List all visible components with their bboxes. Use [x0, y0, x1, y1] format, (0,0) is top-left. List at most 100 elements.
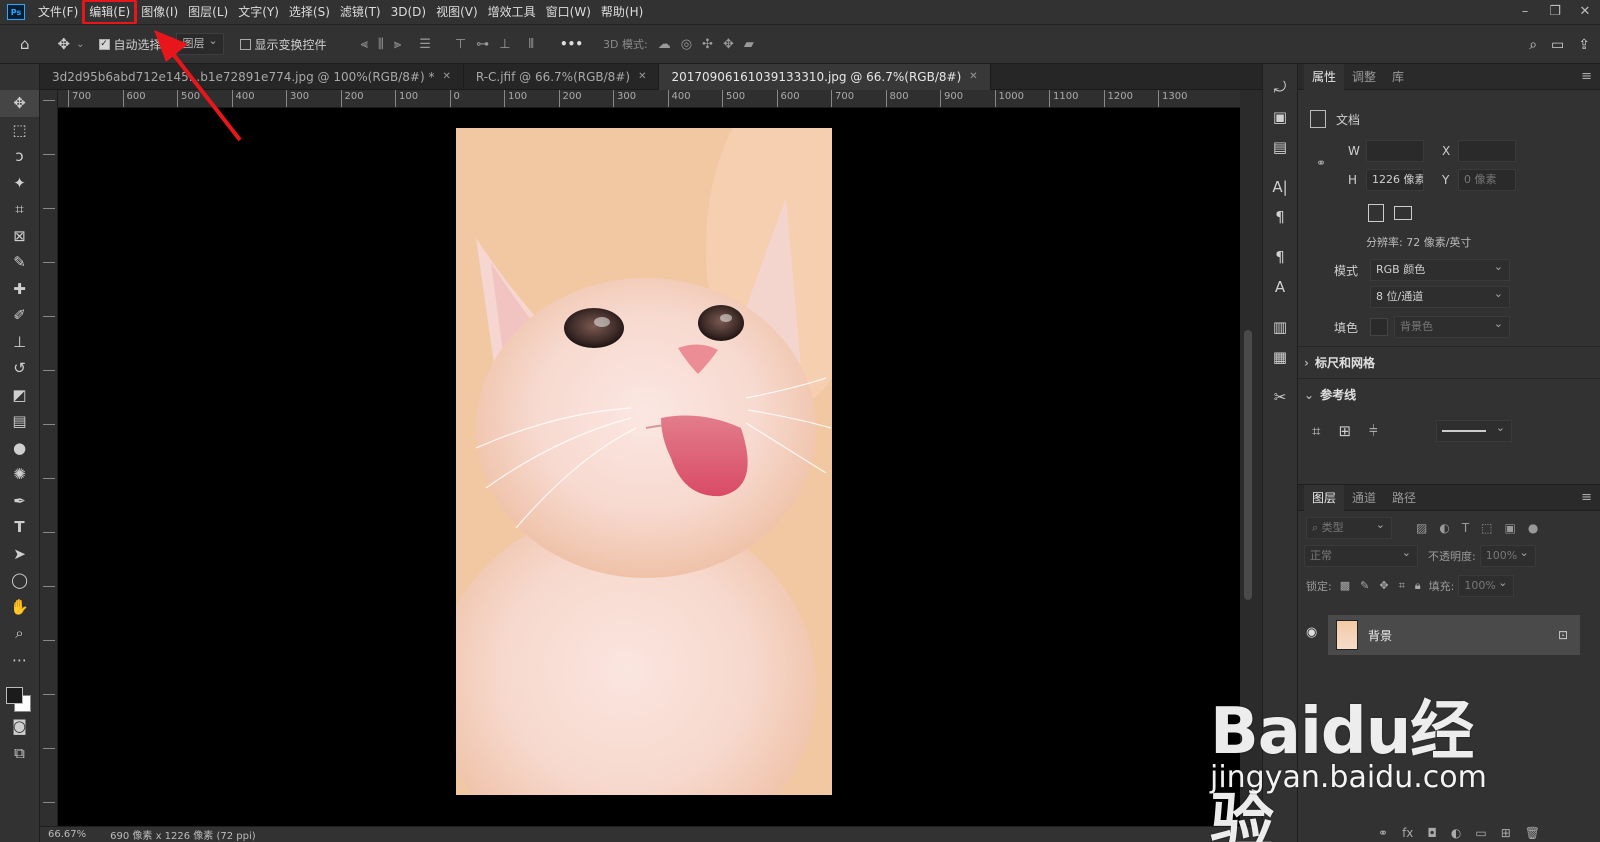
quick-mask-icon[interactable]: ◙: [0, 713, 39, 740]
tab-paths[interactable]: 路径: [1384, 485, 1424, 511]
blend-mode-dropdown[interactable]: 正常: [1304, 543, 1418, 567]
magic-wand-tool-icon[interactable]: ✦: [0, 170, 39, 197]
close-icon[interactable]: ✕: [442, 64, 450, 90]
move-tool-icon[interactable]: ✥: [0, 90, 39, 117]
workspace-icon[interactable]: ▭: [1551, 37, 1564, 53]
search-icon[interactable]: ⌕: [1529, 37, 1537, 53]
paragraph-styles-icon[interactable]: ¶: [1263, 242, 1297, 272]
lock-all-icon[interactable]: 🔒︎: [1415, 579, 1421, 593]
tab-doc-2[interactable]: R-C.jfif @ 66.7%(RGB/8#) ✕: [464, 64, 660, 90]
camera-3d-icon[interactable]: ▰: [744, 37, 754, 52]
width-field[interactable]: [1366, 140, 1424, 162]
x-field[interactable]: [1458, 140, 1516, 162]
filter-smart-icon[interactable]: ▣: [1505, 521, 1516, 535]
tab-adjustments[interactable]: 调整: [1344, 64, 1384, 90]
align-top-icon[interactable]: ⊤: [455, 37, 466, 52]
auto-select-checkbox[interactable]: ✓: [98, 38, 110, 50]
link-icon[interactable]: ⚭: [1316, 156, 1326, 170]
foreground-color[interactable]: [6, 687, 23, 704]
comments-icon[interactable]: ▤: [1263, 132, 1297, 162]
landscape-icon[interactable]: [1394, 206, 1412, 220]
move-tool-icon[interactable]: ✥: [58, 35, 71, 53]
align-right-icon[interactable]: ⫸: [394, 37, 401, 52]
filter-shape-icon[interactable]: ⬚: [1481, 521, 1492, 535]
home-icon[interactable]: ⌂: [20, 35, 30, 53]
portrait-icon[interactable]: [1368, 204, 1384, 222]
layer-row[interactable]: 背景 ⊡: [1328, 615, 1580, 655]
share-icon[interactable]: ⇪: [1578, 37, 1590, 53]
distribute-h-icon[interactable]: ☰: [419, 37, 431, 52]
eye-icon[interactable]: ◉: [1306, 625, 1317, 640]
canvas-area[interactable]: [58, 108, 1240, 838]
frame-tool-icon[interactable]: ⊠: [0, 223, 39, 250]
tab-layers[interactable]: 图层: [1304, 484, 1345, 511]
layer-kind-filter[interactable]: ⌕ 类型: [1306, 515, 1392, 539]
opacity-field[interactable]: 100%: [1479, 543, 1536, 567]
lock-position-icon[interactable]: ✥: [1379, 579, 1388, 593]
menu-edit[interactable]: 编辑(E): [82, 0, 138, 25]
document-info[interactable]: 690 像素 x 1226 像素 (72 ppi): [110, 827, 256, 842]
tab-properties[interactable]: 属性: [1304, 63, 1345, 90]
section-guides[interactable]: ⌄ 参考线: [1304, 386, 1356, 403]
notes-icon[interactable]: ▦: [1263, 342, 1297, 372]
lasso-tool-icon[interactable]: ↄ: [0, 143, 39, 170]
screen-mode-icon[interactable]: ⧉: [0, 740, 39, 767]
character-icon[interactable]: A|: [1263, 172, 1297, 202]
guide-add-icon[interactable]: ⊞: [1338, 422, 1351, 440]
menu-view[interactable]: 视图(V): [431, 0, 483, 24]
blur-tool-icon[interactable]: ●: [0, 435, 39, 462]
dodge-tool-icon[interactable]: ✺: [0, 461, 39, 488]
pen-tool-icon[interactable]: ✒: [0, 488, 39, 515]
section-rulers-grid[interactable]: › 标尺和网格: [1304, 354, 1375, 371]
panel-menu-icon[interactable]: ≡: [1581, 490, 1592, 505]
document-image[interactable]: [456, 128, 832, 795]
menu-select[interactable]: 选择(S): [284, 0, 335, 24]
align-left-icon[interactable]: ⫷: [361, 37, 368, 52]
align-bottom-icon[interactable]: ⊥: [499, 37, 510, 52]
distribute-v-icon[interactable]: ⫴: [529, 37, 534, 52]
filter-type-icon[interactable]: T: [1462, 521, 1469, 535]
type-tool-icon[interactable]: T: [0, 514, 39, 541]
close-icon[interactable]: ✕: [969, 64, 977, 90]
stamp-tool-icon[interactable]: ⊥: [0, 329, 39, 356]
menu-filter[interactable]: 滤镜(T): [335, 0, 386, 24]
guide-grid-icon[interactable]: ⌗: [1312, 422, 1320, 440]
marquee-tool-icon[interactable]: ⬚: [0, 117, 39, 144]
height-field[interactable]: 1226 像素: [1366, 169, 1424, 191]
menu-file[interactable]: 文件(F): [33, 0, 83, 24]
menu-image[interactable]: 图像(I): [136, 0, 183, 24]
filter-adjust-icon[interactable]: ◐: [1439, 521, 1449, 535]
path-select-tool-icon[interactable]: ➤: [0, 541, 39, 568]
hand-tool-icon[interactable]: ✋: [0, 594, 39, 621]
close-icon[interactable]: ✕: [638, 64, 646, 90]
libraries-icon[interactable]: ▥: [1263, 312, 1297, 342]
lock-artboard-icon[interactable]: ⌗: [1399, 579, 1405, 593]
drag-3d-icon[interactable]: ✣: [702, 37, 713, 52]
color-swatches[interactable]: [0, 673, 39, 713]
minimize-icon[interactable]: –: [1510, 0, 1540, 24]
paragraph-icon[interactable]: ¶: [1263, 202, 1297, 232]
zoom-tool-icon[interactable]: ⌕: [0, 620, 39, 647]
tab-libraries[interactable]: 库: [1384, 64, 1412, 90]
more-options-icon[interactable]: •••: [560, 37, 583, 51]
orbit-3d-icon[interactable]: ☁: [658, 37, 671, 52]
fill-dropdown[interactable]: 背景色: [1394, 314, 1510, 338]
character-styles-icon[interactable]: A: [1263, 272, 1297, 302]
menu-layer[interactable]: 图层(L): [183, 0, 233, 24]
eyedropper-tool-icon[interactable]: ✎: [0, 249, 39, 276]
brush-tool-icon[interactable]: ✐: [0, 302, 39, 329]
tab-doc-3[interactable]: 20170906161039133310.jpg @ 66.7%(RGB/8#)…: [659, 64, 991, 90]
panel-menu-icon[interactable]: ≡: [1581, 69, 1592, 84]
ellipse-tool-icon[interactable]: ◯: [0, 567, 39, 594]
crop-tool-icon[interactable]: ⌗: [0, 196, 39, 223]
guide-style-dropdown[interactable]: [1436, 418, 1512, 442]
menu-window[interactable]: 窗口(W): [541, 0, 596, 24]
y-field[interactable]: 0 像素: [1458, 169, 1516, 191]
plugins-icon[interactable]: ▣: [1263, 102, 1297, 132]
tab-channels[interactable]: 通道: [1344, 485, 1384, 511]
healing-brush-tool-icon[interactable]: ✚: [0, 276, 39, 303]
ruler-vertical[interactable]: [40, 90, 58, 838]
filter-toggle-icon[interactable]: ●: [1528, 521, 1538, 535]
zoom-level[interactable]: 66.67%: [48, 829, 86, 840]
guide-clear-icon[interactable]: ⫩: [1369, 422, 1378, 440]
